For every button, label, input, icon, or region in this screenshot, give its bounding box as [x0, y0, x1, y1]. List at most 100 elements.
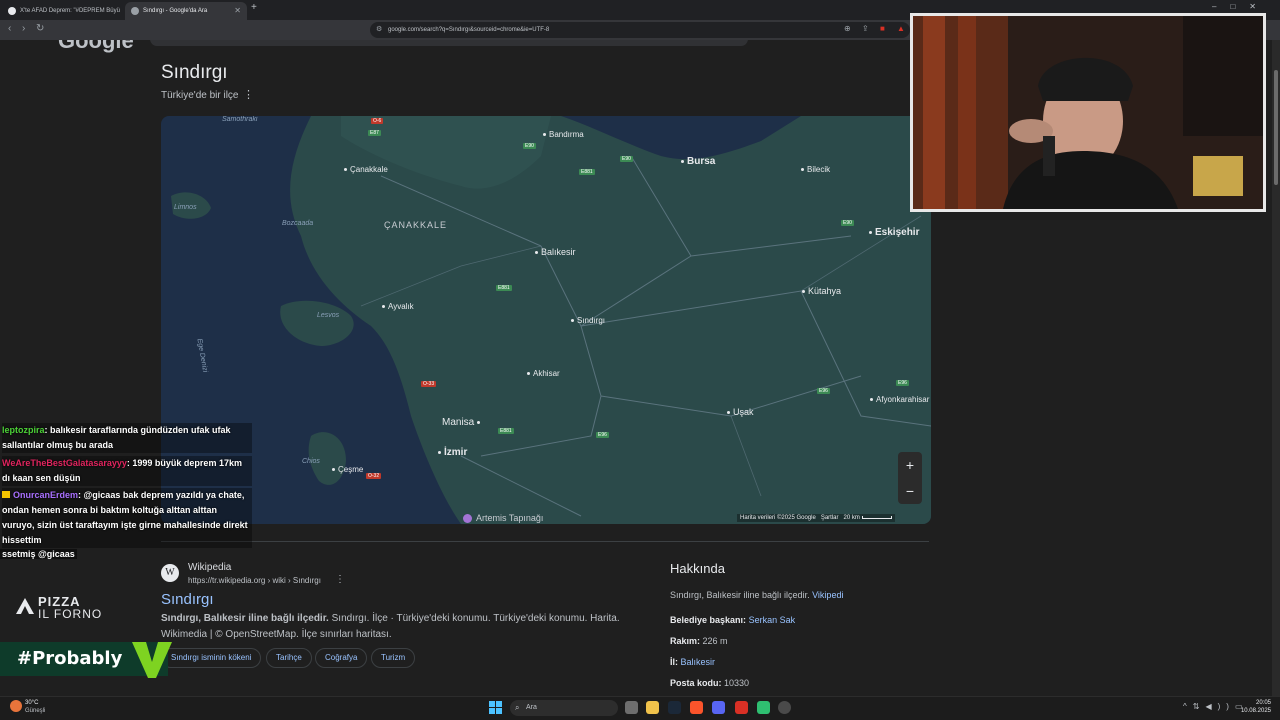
fact-elevation: Rakım: 226 m — [670, 636, 728, 646]
weather-condition[interactable]: Güneşli — [25, 708, 45, 714]
webcam-feed — [913, 16, 1263, 209]
map-attribution: Harita verileri ©2025 Google Şartlar 20 … — [737, 514, 895, 522]
map-city[interactable]: Bandırma — [543, 130, 584, 139]
map[interactable]: Samothraki Limnos Bozcaada Lesvos Ege De… — [161, 116, 931, 524]
forward-icon[interactable]: › — [22, 23, 25, 34]
sponsor-banner-text: #Probably — [17, 648, 123, 669]
tab-google-search[interactable]: Sındırgı - Google'da Ara ✕ — [125, 2, 247, 20]
windows-start-icon[interactable] — [489, 701, 502, 714]
brave-browser-icon[interactable] — [690, 701, 703, 714]
map-label-sea: Bozcaada — [282, 220, 314, 227]
address-bar[interactable]: ⚙ google.com/search?q=Sındırgı&sourceid=… — [370, 22, 910, 38]
page-subtitle: Türkiye'de bir ilçe — [161, 90, 239, 101]
province-link[interactable]: Balıkesir — [681, 657, 716, 667]
scrollbar-thumb[interactable] — [1274, 70, 1278, 185]
weather-temperature[interactable]: 30°C — [25, 700, 38, 706]
windows-taskbar — [0, 696, 1280, 720]
page-title: Sındırgı — [161, 62, 228, 83]
road-shield: E96 — [896, 380, 909, 386]
google-logo[interactable]: Google — [58, 40, 134, 54]
zoom-out-button[interactable]: − — [898, 478, 922, 504]
discord-icon[interactable] — [712, 701, 725, 714]
sub-badge-icon — [2, 491, 10, 498]
obs-icon[interactable] — [735, 701, 748, 714]
zoom-in-button[interactable]: + — [898, 452, 922, 478]
weather-icon[interactable] — [10, 700, 22, 712]
map-city[interactable]: Kütahya — [802, 286, 841, 296]
road-shield: E881 — [579, 169, 595, 175]
wikipedia-link[interactable]: Vikipedi — [812, 590, 843, 600]
map-poi[interactable]: Artemis Tapınağı — [463, 513, 543, 524]
tab-afad[interactable]: X'te AFAD Deprem: "#DEPREM Büyü — [2, 2, 122, 20]
result-url[interactable]: https://tr.wikipedia.org › wiki › Sındır… — [188, 576, 321, 585]
map-terms-link[interactable]: Şartlar — [821, 515, 839, 521]
result-title-link[interactable]: Sındırgı — [161, 591, 214, 608]
map-city-selected[interactable]: Sındırgı — [571, 316, 605, 325]
whatsapp-icon[interactable] — [757, 701, 770, 714]
fact-province: İl: Balıkesir — [670, 657, 716, 667]
road-shield: E96 — [596, 432, 609, 438]
map-city[interactable]: Manisa — [442, 417, 483, 428]
result-snippet: Sındırgı, Balıkesir iline bağlı ilçedir.… — [161, 613, 620, 640]
map-city[interactable]: Bilecik — [801, 165, 830, 174]
window-controls[interactable]: –□✕ — [1212, 2, 1270, 11]
road-shield: E96 — [817, 388, 830, 394]
back-icon[interactable]: ‹ — [8, 23, 11, 34]
map-label-region: ÇANAKKALE — [384, 220, 448, 230]
map-label-sea: Samothraki — [222, 116, 258, 123]
site-info-icon[interactable]: ⚙ — [376, 22, 382, 38]
divider — [161, 541, 929, 542]
map-city[interactable]: Akhisar — [527, 369, 560, 378]
chrome-icon[interactable] — [778, 701, 791, 714]
chat-message: leptozpira: balıkesir taraflarında gündü… — [2, 423, 252, 453]
road-shield: E90 — [620, 156, 633, 162]
result-chip[interactable]: Sındırgı isminin kökeni — [161, 648, 262, 668]
tab-label: Sındırgı - Google'da Ara — [143, 8, 208, 14]
map-city[interactable]: Ayvalık — [382, 302, 414, 311]
map-city[interactable]: İzmir — [438, 447, 467, 458]
map-scale: 20 km — [843, 515, 860, 521]
mayor-link[interactable]: Serkan Sak — [749, 615, 796, 625]
chat-message-truncated: ssetmiş @gicaas — [0, 549, 77, 559]
clock-date[interactable]: 10.08.2025 — [1239, 708, 1271, 714]
map-city[interactable]: Eskişehir — [869, 227, 919, 238]
result-menu-icon[interactable]: ⋮ — [335, 574, 345, 585]
map-city[interactable]: Çanakkale — [344, 165, 388, 174]
alert-icon[interactable]: ▲ — [897, 24, 905, 33]
share-icon[interactable]: ⇪ — [862, 24, 869, 33]
result-site-name[interactable]: Wikipedia — [188, 562, 231, 573]
close-tab-icon[interactable]: ✕ — [234, 2, 241, 20]
map-city[interactable]: Bursa — [681, 156, 715, 167]
taskbar-search[interactable]: ⌕ Ara — [510, 700, 618, 716]
result-chip[interactable]: Turizm — [371, 648, 416, 668]
map-city[interactable]: Çeşme — [332, 465, 363, 474]
zoom-icon[interactable]: ⊕ — [844, 24, 851, 33]
map-zoom-control: + − — [898, 452, 922, 504]
map-city[interactable]: Balıkesir — [535, 247, 576, 257]
about-heading: Hakkında — [670, 561, 725, 576]
new-tab-button[interactable]: + — [251, 2, 257, 13]
map-terrain — [171, 116, 931, 524]
land-lesvos — [280, 300, 354, 346]
map-label-sea: Chios — [302, 458, 320, 465]
clock-time[interactable]: 20:05 — [1239, 700, 1271, 706]
result-chip[interactable]: Coğrafya — [315, 648, 368, 668]
file-explorer-icon[interactable] — [646, 701, 659, 714]
wikipedia-favicon-icon: W — [161, 564, 179, 582]
probably-logo-icon — [132, 642, 172, 678]
more-options-icon[interactable]: ⋮ — [243, 88, 254, 101]
map-city[interactable]: Afyonkarahisar — [870, 395, 929, 404]
scale-bar — [861, 515, 892, 519]
road-shield: E87 — [368, 130, 381, 136]
road-shield: E90 — [841, 220, 854, 226]
extension-icon[interactable]: ■ — [880, 24, 885, 33]
task-view-icon[interactable] — [625, 701, 638, 714]
steam-icon[interactable] — [668, 701, 681, 714]
map-city[interactable]: Uşak — [727, 407, 754, 417]
reload-icon[interactable]: ↻ — [36, 23, 44, 34]
fact-mayor: Belediye başkanı: Serkan Sak — [670, 615, 796, 625]
chat-message: OnurcanErdem: @gicaas bak deprem yazıldı… — [2, 488, 252, 548]
result-chip[interactable]: Tarihçe — [266, 648, 312, 668]
address-bar-url: google.com/search?q=Sındırgı&sourceid=ch… — [388, 27, 550, 33]
search-bar[interactable] — [150, 40, 748, 46]
